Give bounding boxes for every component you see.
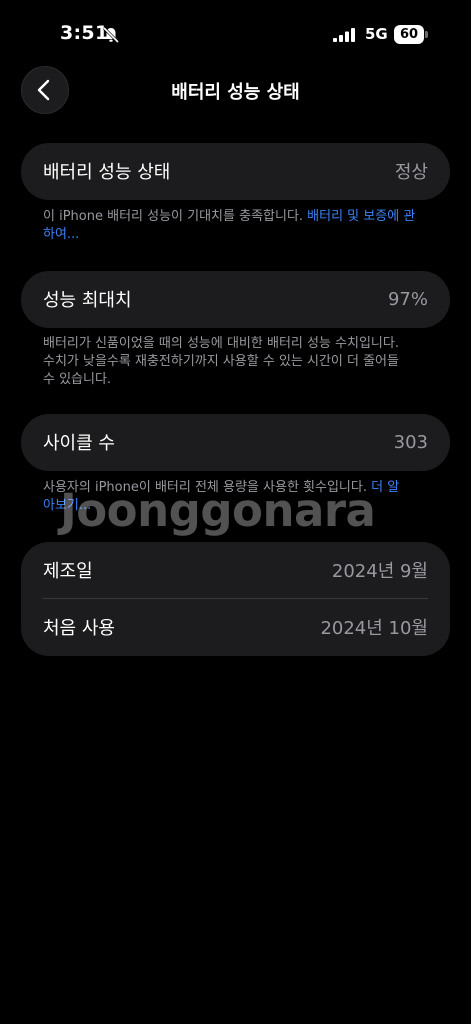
max-capacity-value: 97% — [387, 288, 428, 310]
battery-health-footnote: 이 iPhone 배터리 성능이 기대치를 충족합니다. 배터리 및 보증에 관… — [43, 208, 423, 244]
row-divider — [43, 598, 428, 599]
battery-health-row: 배터리 성능 상태 정상 — [43, 159, 428, 183]
cycle-count-row: 사이클 수 303 — [43, 430, 428, 455]
cellular-signal-icon — [333, 28, 355, 42]
battery-icon: 60 — [394, 25, 428, 44]
dates-card: 제조일 2024년 9월 처음 사용 2024년 10월 — [21, 542, 450, 656]
battery-health-value: 정상 — [394, 162, 428, 183]
manufacture-date-row: 제조일 2024년 9월 — [43, 558, 428, 582]
battery-cap — [425, 31, 428, 38]
manufacture-date-label: 제조일 — [43, 561, 93, 582]
max-capacity-label: 성능 최대치 — [43, 290, 132, 311]
max-capacity-footnote-text: 배터리가 신품이었을 때의 성능에 대비한 배터리 성능 수치입니다. 수치가 … — [43, 336, 399, 387]
battery-health-card: 배터리 성능 상태 정상 — [21, 143, 450, 200]
battery-health-label: 배터리 성능 상태 — [43, 162, 171, 183]
max-capacity-footnote: 배터리가 신품이었을 때의 성능에 대비한 배터리 성능 수치입니다. 수치가 … — [43, 335, 403, 389]
manufacture-date-value: 2024년 9월 — [331, 561, 428, 582]
page-title: 배터리 성능 상태 — [171, 82, 300, 103]
cycle-count-card: 사이클 수 303 — [21, 414, 450, 471]
first-use-value: 2024년 10월 — [320, 618, 428, 639]
first-use-row: 처음 사용 2024년 10월 — [43, 615, 428, 639]
watermark: Joonggonara — [60, 484, 376, 537]
battery-level: 60 — [394, 25, 424, 44]
max-capacity-row: 성능 최대치 97% — [43, 287, 428, 312]
battery-health-footnote-text: 이 iPhone 배터리 성능이 기대치를 충족합니다. — [43, 209, 308, 224]
cycle-count-label: 사이클 수 — [43, 433, 115, 454]
network-type: 5G — [365, 25, 388, 43]
status-bar: 3:51 5G 60 — [0, 0, 471, 70]
first-use-label: 처음 사용 — [43, 618, 115, 639]
max-capacity-card: 성능 최대치 97% — [21, 271, 450, 328]
cycle-count-value: 303 — [393, 431, 428, 453]
bell-slash-icon — [102, 26, 120, 44]
